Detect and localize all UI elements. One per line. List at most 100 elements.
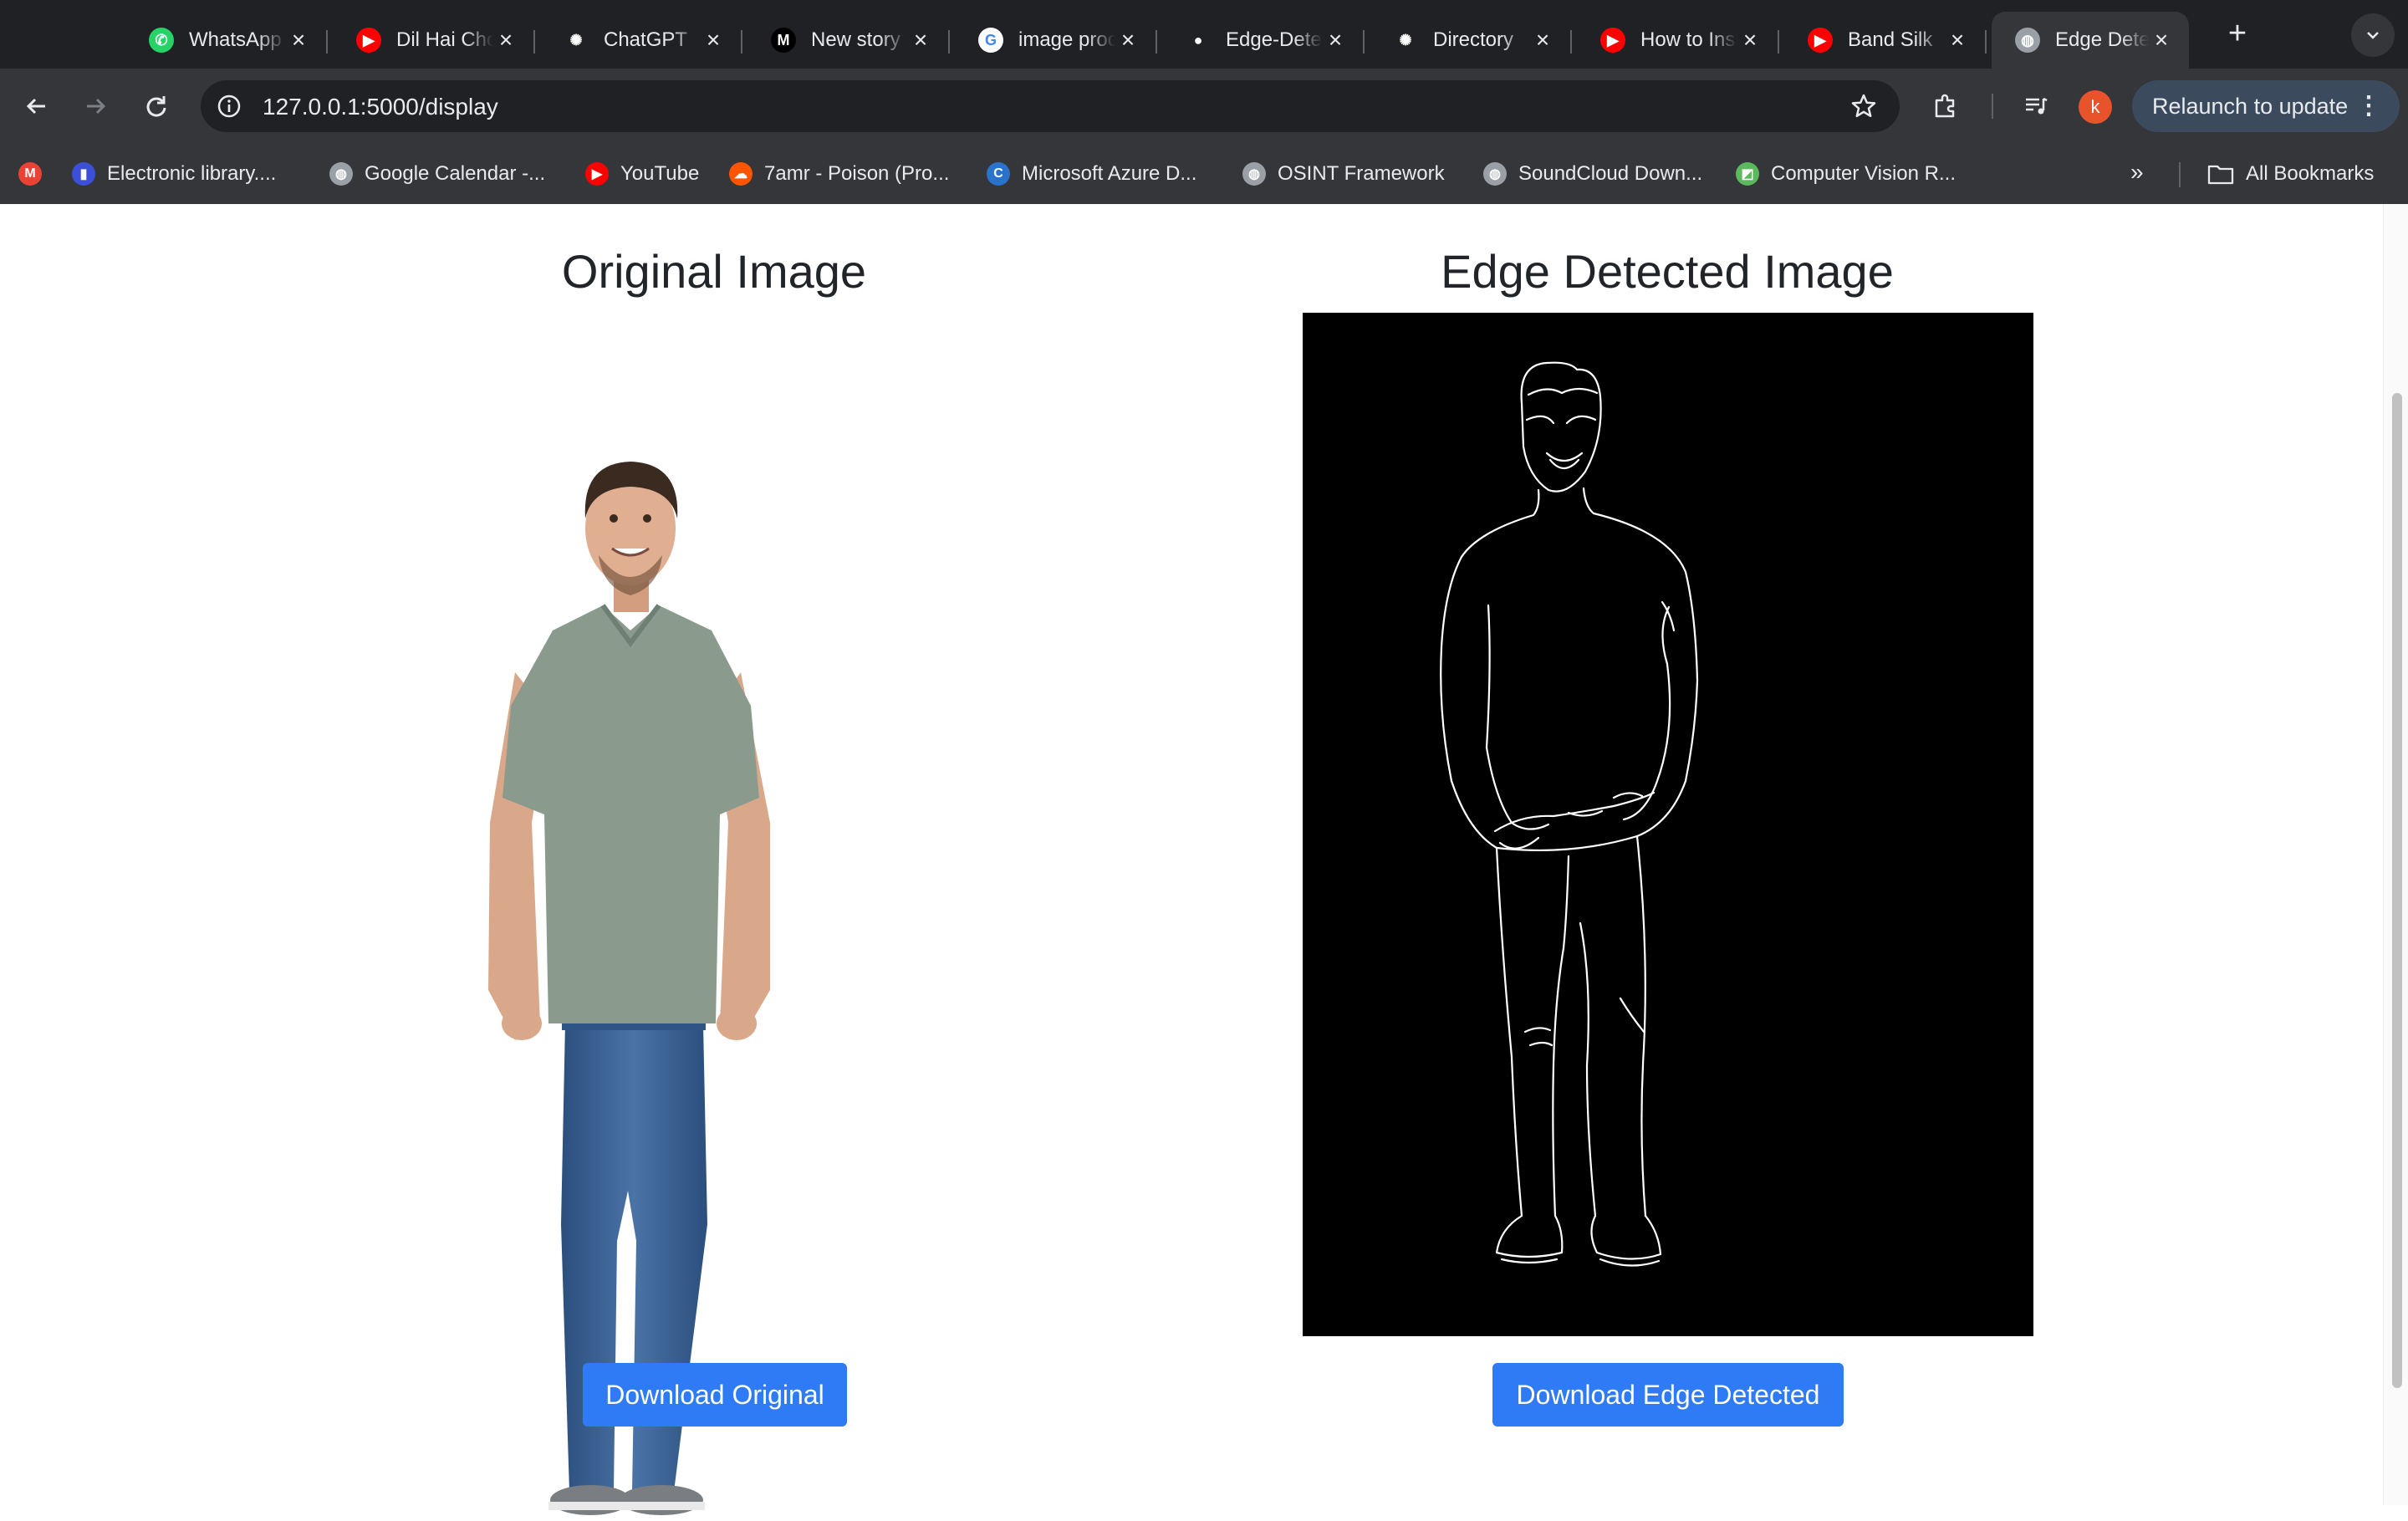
tab-title: How to Install	[1640, 28, 1737, 51]
bookmark-label: YouTube	[620, 162, 700, 185]
close-tab-icon[interactable]: ×	[908, 27, 933, 54]
close-tab-icon[interactable]: ×	[701, 27, 726, 54]
page-content: Original Image Edge Detected Image Downl…	[0, 204, 2383, 1515]
tab-title: Edge-Detection	[1226, 28, 1323, 51]
tab-separator	[1985, 30, 1987, 54]
tab-8[interactable]: ▶ Band Silk ×	[1784, 12, 1987, 69]
bookmark-star-icon[interactable]	[1849, 92, 1878, 120]
toolbar-divider	[1992, 94, 1993, 119]
forward-button[interactable]	[77, 87, 115, 125]
scrollbar-thumb[interactable]	[2392, 393, 2402, 1388]
close-tab-icon[interactable]: ×	[1115, 27, 1140, 54]
back-button[interactable]	[17, 87, 55, 125]
tab-separator	[1156, 30, 1157, 54]
tab-separator	[533, 30, 535, 54]
close-tab-icon[interactable]: ×	[1530, 27, 1555, 54]
reload-button[interactable]	[137, 87, 176, 125]
tab-title: Edge Detection	[2055, 28, 2149, 51]
tab-title: WhatsApp	[189, 28, 282, 51]
youtube-icon: ▶	[585, 162, 609, 186]
bookmark-item[interactable]: ◩ Computer Vision R...	[1736, 159, 1956, 189]
kebab-menu-icon: ⋮	[2356, 92, 2381, 120]
download-edge-detected-button[interactable]: Download Edge Detected	[1492, 1363, 1844, 1427]
bookmark-item[interactable]: ◍ Google Calendar -...	[329, 159, 545, 189]
relaunch-label: Relaunch to update	[2152, 94, 2349, 119]
close-tab-icon[interactable]: ×	[286, 27, 311, 54]
tab-9[interactable]: ◍ Edge Detection×	[1992, 12, 2189, 69]
close-tab-icon[interactable]: ×	[1323, 27, 1348, 54]
puzzle-icon	[1935, 94, 1955, 118]
tab-6[interactable]: ✺ Directory ×	[1370, 12, 1572, 69]
edge-image-title: Edge Detected Image	[1441, 245, 1894, 298]
tab-4[interactable]: Gimage processing×	[955, 12, 1157, 69]
tab-separator	[948, 30, 950, 54]
globe-icon: ◍	[1483, 162, 1507, 186]
globe-icon: ◍	[329, 162, 353, 186]
url-text[interactable]: 127.0.0.1:5000/display	[263, 94, 498, 120]
download-original-button[interactable]: Download Original	[583, 1363, 847, 1427]
address-bar[interactable]: 127.0.0.1:5000/display	[201, 80, 1900, 132]
tab-separator	[1778, 30, 1779, 54]
bookmark-item[interactable]: ◍ OSINT Framework	[1242, 159, 1445, 189]
browser-toolbar: 127.0.0.1:5000/display k Relaunch to upd…	[0, 69, 2408, 144]
whatsapp-icon: ✆	[149, 28, 174, 53]
tab-7[interactable]: ▶ How to Install×	[1577, 12, 1779, 69]
google-icon: G	[978, 28, 1003, 53]
library-icon: ▮	[72, 162, 95, 186]
more-bookmarks-icon[interactable]: »	[2130, 159, 2144, 186]
tab-5[interactable]: ● Edge-Detection×	[1162, 12, 1365, 69]
close-tab-icon[interactable]: ×	[1945, 27, 1970, 54]
tab-title: image processing	[1018, 28, 1115, 51]
tab-separator	[1570, 30, 1572, 54]
bookmark-item[interactable]: M	[18, 159, 54, 189]
bookmark-label: Microsoft Azure D...	[1022, 162, 1197, 185]
tab-0[interactable]: ✆ WhatsApp ×	[125, 12, 328, 69]
bookmark-item[interactable]: C Microsoft Azure D...	[987, 159, 1196, 189]
bookmarks-divider	[2179, 162, 2181, 187]
bookmark-item[interactable]: ▮ Electronic library....	[72, 159, 276, 189]
bookmark-item[interactable]: ◍ SoundCloud Down...	[1483, 159, 1702, 189]
chatgpt-icon: ✺	[564, 28, 589, 53]
extensions-button[interactable]	[1926, 87, 1965, 125]
original-image	[465, 355, 794, 1517]
youtube-icon: ▶	[356, 28, 381, 53]
original-image-title: Original Image	[561, 245, 867, 298]
all-bookmarks-label: All Bookmarks	[2246, 162, 2375, 185]
page-scrollbar[interactable]	[2383, 204, 2408, 1505]
edge-detected-image	[1303, 313, 2033, 1336]
tab-separator	[1363, 30, 1365, 54]
globe-icon: ◍	[2015, 28, 2040, 53]
youtube-icon: ▶	[1600, 28, 1625, 53]
chevron-down-icon	[2367, 32, 2379, 39]
close-tab-icon[interactable]: ×	[1737, 27, 1763, 54]
all-bookmarks-button[interactable]: All Bookmarks	[2207, 159, 2374, 189]
bookmarks-bar: M ▮ Electronic library.... ◍ Google Calendar…	[0, 144, 2408, 205]
bookmark-item[interactable]: ▶ YouTube	[585, 159, 699, 189]
bookmark-label: Google Calendar -...	[365, 162, 546, 185]
folder-icon	[2207, 165, 2234, 185]
tab-title: Dil Hai Chota	[396, 28, 493, 51]
tab-3[interactable]: M New story ×	[747, 12, 950, 69]
tab-2[interactable]: ✺ ChatGPT ×	[540, 12, 742, 69]
bookmark-item[interactable]: ☁ 7amr - Poison (Pro...	[729, 159, 949, 189]
youtube-icon: ▶	[1808, 28, 1833, 53]
tab-strip: ✆WhatsApp×▶Dil Hai Chota×✺ChatGPT×MNew s…	[0, 0, 2408, 69]
tab-search-button[interactable]	[2351, 13, 2395, 57]
gmail-icon: M	[18, 162, 42, 186]
bookmark-label: SoundCloud Down...	[1518, 162, 1703, 185]
soundcloud-icon: ☁	[729, 162, 752, 186]
queue-music-icon	[2026, 97, 2048, 115]
site-info-icon[interactable]	[214, 91, 244, 121]
tab-title: ChatGPT	[604, 28, 688, 51]
tab-1[interactable]: ▶ Dil Hai Chota×	[333, 12, 535, 69]
globe-icon: ◍	[1242, 162, 1266, 186]
close-tab-icon[interactable]: ×	[2149, 27, 2174, 54]
bookmark-label: OSINT Framework	[1278, 162, 1445, 185]
relaunch-button[interactable]: Relaunch to update ⋮	[2132, 80, 2400, 132]
profile-avatar[interactable]: k	[2079, 90, 2112, 124]
tab-title: Directory	[1433, 28, 1514, 51]
reload-icon	[146, 96, 166, 117]
media-controls-button[interactable]	[2017, 87, 2055, 125]
close-tab-icon[interactable]: ×	[493, 27, 518, 54]
new-tab-button[interactable]: +	[2221, 15, 2254, 52]
